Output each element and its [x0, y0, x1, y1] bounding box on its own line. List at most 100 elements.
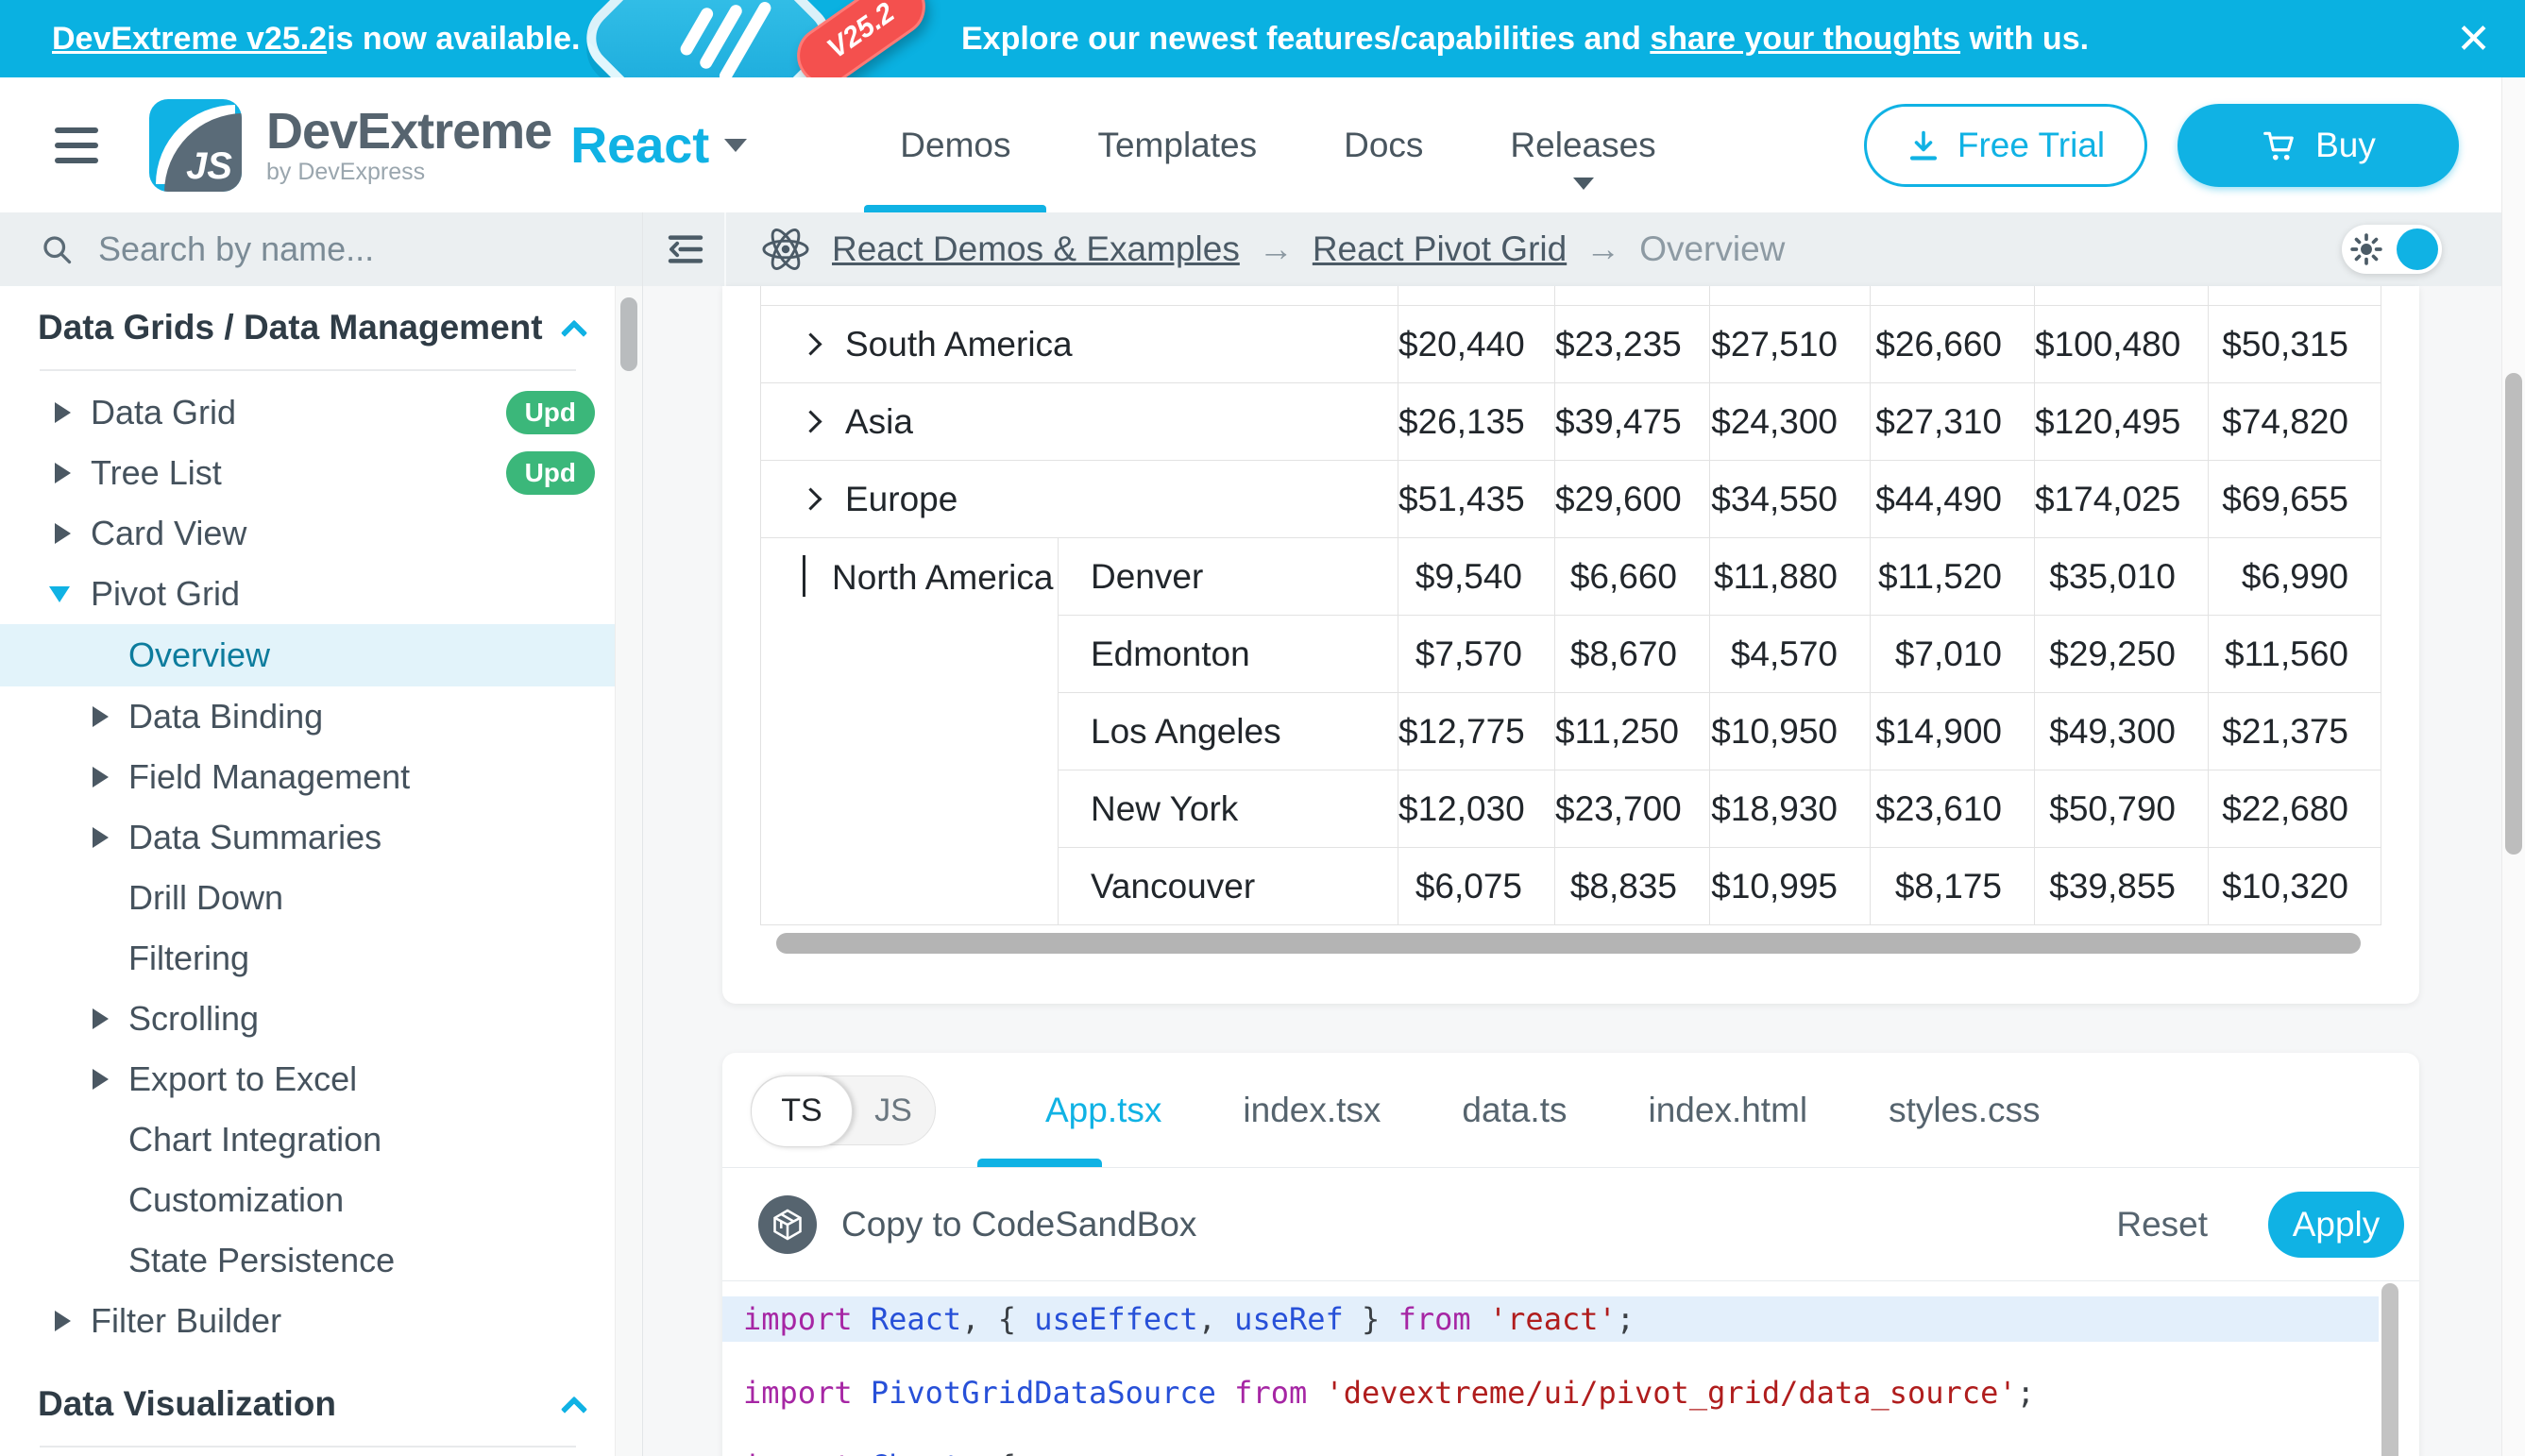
- cell-value[interactable]: $51,435: [1398, 461, 1555, 538]
- cell-value[interactable]: $8,175: [1871, 848, 2035, 925]
- cell-value[interactable]: $27,310: [1871, 383, 2035, 461]
- buy-button[interactable]: Buy: [2178, 104, 2459, 187]
- cell-value[interactable]: $10,995: [1710, 848, 1871, 925]
- cell-value[interactable]: $9,540: [1398, 538, 1555, 616]
- expander-icon[interactable]: [93, 767, 109, 787]
- page-scrollbar-thumb[interactable]: [2505, 373, 2522, 855]
- ts-js-toggle[interactable]: TS JS: [751, 1075, 936, 1145]
- cell-value[interactable]: $11,250: [1555, 693, 1710, 770]
- tab-data-ts[interactable]: data.ts: [1462, 1091, 1567, 1130]
- page-scrollbar-track[interactable]: [2501, 77, 2525, 1456]
- theme-toggle[interactable]: [2342, 225, 2442, 274]
- cell-value[interactable]: $10,320: [2209, 848, 2381, 925]
- cell-value[interactable]: $39,855: [2035, 848, 2209, 925]
- cell-value[interactable]: $20,440: [1398, 306, 1555, 383]
- cell-value[interactable]: $74,820: [2209, 383, 2381, 461]
- cell-value[interactable]: $26,660: [1871, 306, 2035, 383]
- cell-value[interactable]: $11,560: [2209, 616, 2381, 693]
- collapse-chevron-icon[interactable]: [803, 555, 805, 597]
- cell-value[interactable]: $26,135: [1398, 383, 1555, 461]
- sidebar-item-tree-list[interactable]: Tree ListUpd: [0, 443, 616, 503]
- sidebar-item-chart-integration[interactable]: Chart Integration: [0, 1109, 616, 1170]
- brand-wordmark[interactable]: DevExtreme by DevExpress: [266, 106, 551, 184]
- sidebar-item-export-to-excel[interactable]: Export to Excel: [0, 1049, 616, 1109]
- sidebar-item-field-management[interactable]: Field Management: [0, 747, 616, 807]
- expander-open-icon[interactable]: [49, 586, 70, 602]
- cell-value[interactable]: $4,570: [1710, 616, 1871, 693]
- cell-value[interactable]: $29,250: [2035, 616, 2209, 693]
- cell-value[interactable]: $11,520: [1871, 538, 2035, 616]
- cell-value[interactable]: $7,570: [1398, 616, 1555, 693]
- devextreme-js-logo[interactable]: JS: [149, 99, 242, 192]
- section-data-visualization[interactable]: Data Visualization: [0, 1368, 616, 1440]
- cell-value[interactable]: $18,930: [1710, 770, 1871, 848]
- tab-index-tsx[interactable]: index.tsx: [1243, 1091, 1381, 1130]
- cell-value[interactable]: $10,950: [1710, 693, 1871, 770]
- cell-value[interactable]: $120,495: [2035, 383, 2209, 461]
- share-thoughts-link[interactable]: share your thoughts: [1650, 21, 1960, 58]
- cell-value[interactable]: $27,510: [1710, 306, 1871, 383]
- cell-value[interactable]: $39,475: [1555, 383, 1710, 461]
- cell-value[interactable]: $44,490: [1871, 461, 2035, 538]
- sidebar-item-filter-builder[interactable]: Filter Builder: [0, 1291, 616, 1351]
- nav-releases[interactable]: Releases: [1466, 77, 1699, 212]
- cell-value[interactable]: $23,235: [1555, 306, 1710, 383]
- code-line-1[interactable]: import React, { useEffect, useRef } from…: [722, 1296, 2379, 1342]
- sidebar-scrollbar-thumb[interactable]: [620, 297, 637, 371]
- cell-value[interactable]: $34,550: [1710, 461, 1871, 538]
- cell-value[interactable]: $49,300: [2035, 693, 2209, 770]
- cell-value[interactable]: $6,660: [1555, 538, 1710, 616]
- sidebar-item-data-summaries[interactable]: Data Summaries: [0, 807, 616, 868]
- sidebar-item-filtering[interactable]: Filtering: [0, 928, 616, 989]
- cell-value[interactable]: $69,655: [2209, 461, 2381, 538]
- expander-icon[interactable]: [55, 523, 71, 544]
- expand-chevron-icon[interactable]: [799, 410, 822, 432]
- cell-value[interactable]: $21,375: [2209, 693, 2381, 770]
- expander-icon[interactable]: [93, 1008, 109, 1029]
- table-horizontal-scrollbar-thumb[interactable]: [776, 933, 2361, 954]
- cell-value[interactable]: $6,990: [2209, 538, 2381, 616]
- city-label[interactable]: Los Angeles: [1059, 693, 1398, 770]
- sidebar-scrollbar-track[interactable]: [615, 286, 642, 1456]
- table-row-south-america[interactable]: South America $20,440 $23,235 $27,510 $2…: [761, 306, 2381, 383]
- sidebar-item-customization[interactable]: Customization: [0, 1170, 616, 1230]
- expand-chevron-icon[interactable]: [799, 332, 822, 355]
- theme-toggle-knob[interactable]: [2397, 229, 2438, 270]
- cell-value[interactable]: $12,030: [1398, 770, 1555, 848]
- cell-value[interactable]: $6,075: [1398, 848, 1555, 925]
- city-label[interactable]: Edmonton: [1059, 616, 1398, 693]
- cell-value[interactable]: $23,610: [1871, 770, 2035, 848]
- toggle-ts[interactable]: TS: [751, 1075, 853, 1147]
- expander-icon[interactable]: [93, 827, 109, 848]
- code-editor[interactable]: import React, { useEffect, useRef } from…: [722, 1281, 2419, 1456]
- section-data-grids[interactable]: Data Grids / Data Management: [0, 292, 616, 364]
- sidebar-item-data-grid[interactable]: Data GridUpd: [0, 382, 616, 443]
- expander-icon[interactable]: [93, 706, 109, 727]
- free-trial-button[interactable]: Free Trial: [1864, 104, 2147, 187]
- banner-version-link[interactable]: DevExtreme v25.2: [52, 21, 327, 58]
- cell-value[interactable]: $8,835: [1555, 848, 1710, 925]
- framework-selector-label[interactable]: React: [570, 116, 709, 175]
- tab-styles-css[interactable]: styles.css: [1889, 1091, 2040, 1130]
- cell-value[interactable]: $100,480: [2035, 306, 2209, 383]
- table-row-north-america-denver[interactable]: North America Denver $9,540 $6,660 $11,8…: [761, 538, 2381, 616]
- nav-demos[interactable]: Demos: [856, 77, 1054, 212]
- cell-value[interactable]: $50,790: [2035, 770, 2209, 848]
- nav-templates[interactable]: Templates: [1054, 77, 1300, 212]
- code-scrollbar-thumb[interactable]: [2381, 1283, 2398, 1456]
- sidebar-item-card-view[interactable]: Card View: [0, 503, 616, 564]
- cell-value[interactable]: $11,880: [1710, 538, 1871, 616]
- nav-docs[interactable]: Docs: [1300, 77, 1466, 212]
- cell-value[interactable]: $24,300: [1710, 383, 1871, 461]
- codesandbox-label[interactable]: Copy to CodeSandBox: [841, 1205, 1196, 1244]
- expander-icon[interactable]: [55, 1311, 71, 1331]
- sidebar-search-input[interactable]: Search by name...: [0, 212, 642, 286]
- framework-caret-icon[interactable]: [724, 139, 747, 152]
- cell-value[interactable]: $12,775: [1398, 693, 1555, 770]
- reset-button[interactable]: Reset: [2116, 1205, 2208, 1244]
- collapse-sidebar-icon[interactable]: [664, 230, 707, 268]
- sidebar-item-pivot-grid[interactable]: Pivot Grid: [0, 564, 616, 624]
- code-line-3[interactable]: import Chart, {: [722, 1444, 2419, 1456]
- cell-value[interactable]: $35,010: [2035, 538, 2209, 616]
- cell-value[interactable]: $7,010: [1871, 616, 2035, 693]
